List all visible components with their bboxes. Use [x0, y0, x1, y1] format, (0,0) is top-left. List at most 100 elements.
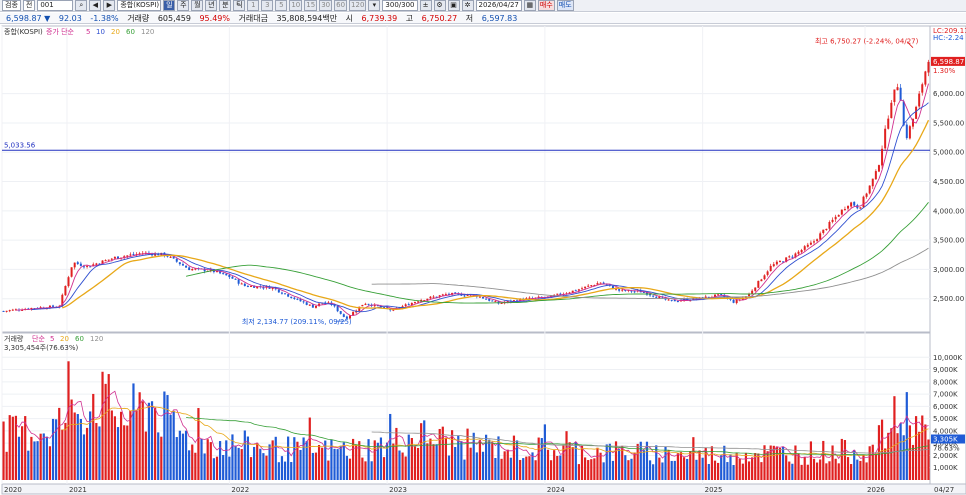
volume-bar [11, 416, 14, 480]
volume-bar [831, 445, 834, 480]
volume-bar [160, 436, 163, 480]
volume-bar [228, 456, 231, 480]
volume-bar [42, 433, 45, 480]
candle-body [126, 255, 129, 257]
candle-body [813, 241, 815, 243]
volume-bar [200, 438, 203, 480]
candle-body [113, 256, 116, 259]
volume-bar [642, 450, 645, 480]
price-ma-10 [31, 102, 929, 313]
candle-body [843, 209, 846, 211]
volume-bar [432, 444, 435, 480]
volume-bar [299, 449, 302, 480]
volume-bar [682, 457, 686, 480]
volume-bar [543, 424, 546, 480]
volume-bar [775, 446, 778, 480]
volume-bar [887, 432, 890, 480]
volume-bar [64, 422, 67, 480]
candle-body [584, 286, 587, 289]
volume-bar [546, 449, 550, 480]
volume-bar [361, 457, 364, 480]
candle-body [222, 273, 225, 275]
volume-legend-ma-20: 20 [60, 335, 69, 343]
volume-bar [522, 458, 525, 480]
volume-bar [460, 441, 463, 480]
candle-body [11, 309, 14, 311]
volume-bar [358, 441, 361, 480]
volume-bar [129, 410, 132, 480]
price-volume-chart[interactable]: 6,000.00 5,500.00 5,000.00 4,500.00 4,000.00… [0, 0, 966, 495]
volume-bar [450, 430, 454, 480]
price-y-tick: 6,000.00 [933, 90, 964, 98]
candle-body [596, 283, 599, 285]
volume-bar [618, 449, 621, 480]
candle-body [772, 264, 775, 267]
volume-legend-ma-5: 5 [50, 335, 54, 343]
volume-bar [481, 451, 485, 480]
volume-bar [707, 463, 710, 480]
volume-bar [2, 421, 5, 480]
candle-body [859, 207, 862, 209]
volume-bar [382, 457, 386, 480]
price-legend-ma-label: 증가 단순 [46, 27, 75, 36]
candle-body [2, 310, 5, 312]
volume-bar [184, 430, 188, 480]
volume-bar [760, 462, 763, 480]
candle-body [865, 193, 868, 197]
volume-bar [203, 453, 206, 480]
volume-bar [27, 450, 30, 480]
volume-bar [280, 456, 284, 480]
volume-bar [918, 431, 921, 480]
volume-bar [271, 440, 274, 480]
volume-bar [163, 391, 166, 480]
volume-bar [525, 456, 528, 480]
candle-body [364, 303, 367, 305]
candle-body [797, 251, 800, 254]
candle-body [655, 296, 658, 298]
candle-body [404, 304, 407, 307]
volume-bar [314, 452, 318, 480]
volume-bar [265, 455, 268, 480]
volume-bar [438, 428, 441, 480]
volume-bar [98, 426, 101, 480]
volume-bar [744, 452, 748, 480]
candle-body [339, 311, 342, 314]
candle-body [587, 285, 590, 287]
volume-bar [147, 402, 151, 480]
volume-bar [191, 444, 194, 480]
candle-body [581, 288, 583, 290]
price-legend-ma-120: 120 [141, 28, 154, 36]
volume-bar [528, 456, 531, 480]
volume-bar [426, 443, 429, 480]
candle-body [246, 285, 249, 287]
volume-bar [51, 418, 55, 480]
volume-bar [785, 455, 788, 480]
candle-body [881, 148, 884, 166]
candle-body [333, 305, 336, 307]
volume-bar [534, 460, 537, 480]
volume-legend-ma-120: 120 [90, 335, 103, 343]
candle-body [633, 291, 636, 293]
volume-bar [123, 425, 126, 480]
candle-body [809, 242, 812, 245]
candle-body [488, 298, 491, 301]
price-ma-5 [15, 83, 929, 316]
volume-bar [806, 464, 809, 480]
volume-bar [583, 457, 587, 480]
candle-body [896, 87, 899, 91]
candle-body [52, 305, 55, 307]
volume-bar [868, 446, 871, 480]
volume-bar [713, 460, 717, 480]
candle-body [868, 185, 871, 194]
volume-bar [85, 427, 89, 480]
candle-body [720, 294, 723, 296]
volume-bar [815, 462, 819, 480]
candle-body [234, 278, 237, 280]
x-axis-tick: 2021 [69, 486, 87, 494]
volume-bar [800, 464, 803, 480]
volume-bar [751, 457, 754, 480]
candle-body [284, 293, 287, 295]
volume-bar [327, 460, 330, 480]
volume-bar [404, 456, 407, 480]
candle-body [277, 289, 280, 293]
